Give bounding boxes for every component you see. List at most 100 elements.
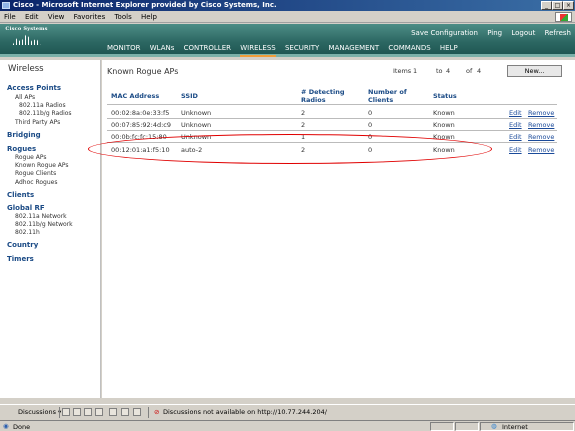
tab-security[interactable]: SECURITY xyxy=(285,44,319,55)
close-button[interactable]: × xyxy=(563,1,574,10)
row-divider xyxy=(107,118,557,119)
tab-wireless[interactable]: WIRELESS xyxy=(240,44,276,57)
items-of-label: of xyxy=(466,67,473,75)
row-status: Known xyxy=(433,109,455,117)
menu-favorites[interactable]: Favorites xyxy=(74,11,106,23)
window-title: Cisco - Microsoft Internet Explorer prov… xyxy=(13,1,277,9)
items-label: Items xyxy=(393,67,412,75)
items-total: 4 xyxy=(477,67,482,75)
remove-link[interactable]: Remove xyxy=(528,109,554,117)
sidebar-access-points[interactable]: Access Points xyxy=(7,84,61,92)
remove-link[interactable]: Remove xyxy=(528,133,554,141)
edit-link[interactable]: Edit xyxy=(509,109,522,117)
globe-icon: ◍ xyxy=(491,422,497,430)
sidebar-country[interactable]: Country xyxy=(7,241,38,249)
sidebar-item-adhoc-rogues[interactable]: Adhoc Rogues xyxy=(15,179,58,186)
toolbar-separator xyxy=(148,407,149,418)
sidebar-heading: Wireless xyxy=(8,64,44,74)
sidebar-item-80211bg-network[interactable]: 802.11b/g Network xyxy=(15,221,73,228)
edit-link[interactable]: Edit xyxy=(509,133,522,141)
status-bar: ◉ Done ◍ Internet xyxy=(0,420,575,431)
discussions-message: Discussions not available on http://10.7… xyxy=(163,408,327,416)
edit-link[interactable]: Edit xyxy=(509,146,522,154)
cisco-logo: Cisco Systems xyxy=(2,26,51,56)
zone-text: Internet xyxy=(502,423,528,431)
menu-tools[interactable]: Tools xyxy=(114,11,131,23)
remove-link[interactable]: Remove xyxy=(528,146,554,154)
row-mac: 00:02:8a:0e:33:f5 xyxy=(111,109,170,117)
page-title: Known Rogue APs xyxy=(107,67,179,76)
sidebar-item-third-party-aps[interactable]: Third Party APs xyxy=(15,119,60,126)
sidebar-item-all-aps[interactable]: All APs xyxy=(15,94,35,101)
edit-link[interactable]: Edit xyxy=(509,121,522,129)
column-header-number-of-clients: Number of Clients xyxy=(368,88,407,104)
insert-discussion-icon[interactable] xyxy=(62,408,70,416)
save-configuration-link[interactable]: Save Configuration xyxy=(411,29,478,37)
refresh-link[interactable]: Refresh xyxy=(545,29,571,37)
maximize-button[interactable]: □ xyxy=(552,1,563,10)
tab-commands[interactable]: COMMANDS xyxy=(388,44,430,55)
row-clients: 0 xyxy=(368,109,373,117)
sidebar-clients[interactable]: Clients xyxy=(7,191,34,199)
cisco-bridge-icon xyxy=(12,34,41,45)
subscribe-icon[interactable] xyxy=(121,408,129,416)
column-header-ssid: SSID xyxy=(181,92,198,100)
row-clients: 0 xyxy=(368,121,373,129)
ping-link[interactable]: Ping xyxy=(487,29,502,37)
refresh-discussion-icon[interactable] xyxy=(109,408,117,416)
main-tabs: MONITOR WLANs CONTROLLER WIRELESS SECURI… xyxy=(107,44,465,57)
discussions-bar: Discussions ▾ ⊘ Discussions not availabl… xyxy=(0,404,575,419)
header-divider xyxy=(107,104,557,105)
expand-icon[interactable] xyxy=(84,408,92,416)
row-ssid: Unknown xyxy=(181,109,212,117)
status-pane xyxy=(455,422,479,431)
toolbar-separator xyxy=(59,407,60,418)
menu-edit[interactable]: Edit xyxy=(25,11,39,23)
no-entry-icon: ⊘ xyxy=(154,408,160,416)
row-mac: 00:07:85:92:4d:c9 xyxy=(111,121,172,129)
new-button[interactable]: New... xyxy=(507,65,562,77)
row-radios: 2 xyxy=(301,121,306,129)
row-radios: 2 xyxy=(301,109,306,117)
menu-view[interactable]: View xyxy=(48,11,65,23)
discuss-icon[interactable] xyxy=(73,408,81,416)
logout-link[interactable]: Logout xyxy=(511,29,535,37)
sidebar-item-rogue-aps[interactable]: Rogue APs xyxy=(15,154,47,161)
row-divider xyxy=(107,130,557,131)
sidebar-timers[interactable]: Timers xyxy=(7,255,34,263)
sidebar-global-rf[interactable]: Global RF xyxy=(7,204,45,212)
sidebar-item-known-rogue-aps[interactable]: Known Rogue APs xyxy=(15,162,69,169)
items-from: 1 xyxy=(413,67,418,75)
minimize-button[interactable]: _ xyxy=(541,1,552,10)
cisco-header: Cisco Systems Save Configuration Ping Lo… xyxy=(0,24,575,57)
show-pane-icon[interactable] xyxy=(133,408,141,416)
sidebar-item-80211bg-radios[interactable]: 802.11b/g Radios xyxy=(19,110,72,117)
tab-management[interactable]: MANAGEMENT xyxy=(329,44,380,55)
tab-wlans[interactable]: WLANs xyxy=(150,44,175,55)
discussions-menu[interactable]: Discussions ▾ xyxy=(18,408,61,416)
status-pane xyxy=(430,422,454,431)
tab-controller[interactable]: CONTROLLER xyxy=(184,44,231,55)
sidebar-item-rogue-clients[interactable]: Rogue Clients xyxy=(15,170,56,177)
top-links: Save Configuration Ping Logout Refresh xyxy=(404,29,571,37)
menu-help[interactable]: Help xyxy=(141,11,157,23)
collapse-icon[interactable] xyxy=(95,408,103,416)
sidebar-item-80211h[interactable]: 802.11h xyxy=(15,229,40,236)
sidebar-bridging[interactable]: Bridging xyxy=(7,131,41,139)
menu-bar: File Edit View Favorites Tools Help xyxy=(0,11,575,23)
sidebar-rogues[interactable]: Rogues xyxy=(7,145,36,153)
page-done-icon: ◉ xyxy=(3,422,9,430)
ie-app-icon xyxy=(2,2,10,9)
remove-link[interactable]: Remove xyxy=(528,121,554,129)
sidebar-item-80211a-radios[interactable]: 802.11a Radios xyxy=(19,102,66,109)
highlight-ellipse xyxy=(88,134,492,164)
items-to-label: to xyxy=(436,67,443,75)
cisco-logo-text: Cisco Systems xyxy=(5,26,48,32)
tab-help[interactable]: HELP xyxy=(440,44,458,55)
window-titlebar: Cisco - Microsoft Internet Explorer prov… xyxy=(0,0,575,11)
sidebar-item-80211a-network[interactable]: 802.11a Network xyxy=(15,213,67,220)
menu-file[interactable]: File xyxy=(4,11,16,23)
row-status: Known xyxy=(433,121,455,129)
tab-monitor[interactable]: MONITOR xyxy=(107,44,141,55)
column-header-status: Status xyxy=(433,92,457,100)
